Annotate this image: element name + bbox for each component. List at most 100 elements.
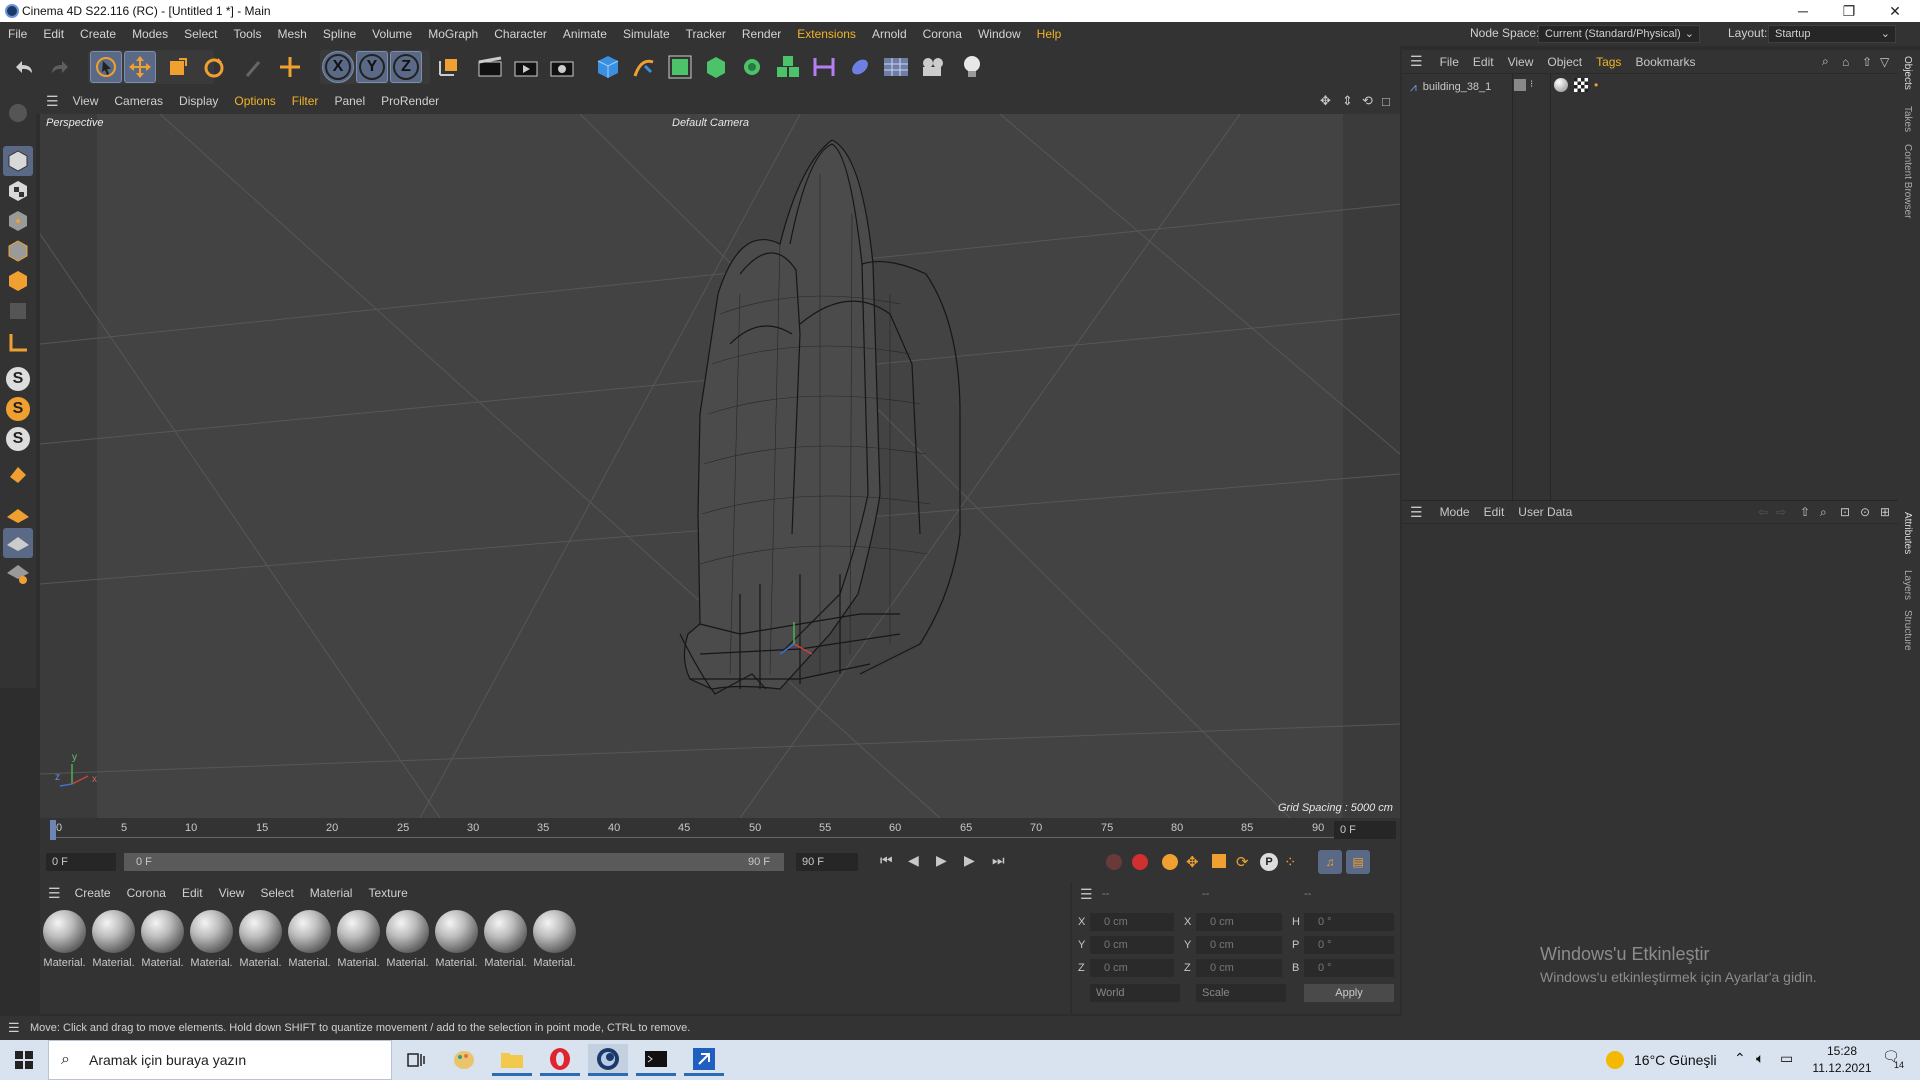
- light-button[interactable]: [956, 51, 988, 83]
- volume-icon[interactable]: 🔈︎: [1756, 1050, 1764, 1067]
- menu-select[interactable]: Select: [176, 22, 225, 46]
- taskbar-app-explorer[interactable]: [492, 1044, 532, 1076]
- material-swatch[interactable]: Material.: [532, 910, 577, 969]
- hamburger-icon[interactable]: ☰: [8, 1016, 20, 1040]
- menu-mesh[interactable]: Mesh: [269, 22, 314, 46]
- go-to-start-icon[interactable]: ⏮: [880, 852, 893, 869]
- menu-mograph[interactable]: MoGraph: [420, 22, 486, 46]
- taskbar-app-opera[interactable]: [540, 1044, 580, 1076]
- menu-tools[interactable]: Tools: [225, 22, 269, 46]
- viewport-menu-view[interactable]: View: [65, 94, 107, 108]
- object-row-building[interactable]: ⩘ building_38_1: [1410, 78, 1491, 96]
- timeline-icon[interactable]: ▤: [1346, 850, 1370, 874]
- play-icon[interactable]: ▶: [936, 852, 947, 869]
- go-to-end-icon[interactable]: ⏭: [992, 852, 1005, 869]
- material-menu-edit[interactable]: Edit: [174, 886, 211, 900]
- points-mode-button[interactable]: [3, 206, 33, 236]
- z-axis-button[interactable]: Z: [390, 51, 422, 83]
- lock-icon[interactable]: ⊡: [1840, 505, 1850, 519]
- forward-arrow-icon[interactable]: ⇨: [1776, 505, 1786, 519]
- sound-icon[interactable]: ♫: [1318, 850, 1342, 874]
- record-icon[interactable]: [1106, 854, 1122, 870]
- rotate-tool-button[interactable]: [198, 51, 230, 83]
- render-picture-viewer-button[interactable]: [510, 51, 542, 83]
- material-menu-material[interactable]: Material: [302, 886, 361, 900]
- viewport-menu-cameras[interactable]: Cameras: [106, 94, 171, 108]
- scale-mode-dropdown[interactable]: Scale: [1196, 984, 1286, 1002]
- camera-button[interactable]: [918, 51, 950, 83]
- layout-dropdown[interactable]: Startup ⌄: [1768, 25, 1896, 43]
- material-swatch[interactable]: Material.: [287, 910, 332, 969]
- snap-button-1[interactable]: S: [3, 364, 33, 394]
- cloner-button[interactable]: [736, 51, 768, 83]
- chevron-up-icon[interactable]: ⌃: [1734, 1050, 1746, 1067]
- planar-workplane-button[interactable]: [3, 558, 33, 588]
- previous-key-icon[interactable]: ◀: [908, 852, 919, 869]
- texture-mode-button[interactable]: [3, 176, 33, 206]
- edges-mode-button[interactable]: [3, 236, 33, 266]
- snap-button-3[interactable]: S: [3, 424, 33, 454]
- key-scale-icon[interactable]: [1212, 854, 1226, 868]
- settings-icon[interactable]: ⊙: [1860, 505, 1870, 519]
- model-mode-button[interactable]: [3, 146, 33, 176]
- viewport-menu-display[interactable]: Display: [171, 94, 226, 108]
- start-button[interactable]: [4, 1044, 44, 1076]
- make-editable-button[interactable]: [3, 98, 33, 128]
- material-menu-view[interactable]: View: [211, 886, 253, 900]
- minimize-button[interactable]: ─: [1780, 0, 1826, 22]
- viewport-menu-options[interactable]: Options: [226, 94, 283, 108]
- material-menu-create[interactable]: Create: [67, 886, 119, 900]
- pan-view-icon[interactable]: ✥: [1320, 93, 1331, 109]
- extrude-button[interactable]: [700, 51, 732, 83]
- taskbar-app-blue[interactable]: [684, 1044, 724, 1076]
- 3d-viewport[interactable]: Perspective Default Camera Grid Spacing …: [40, 114, 1400, 818]
- editor-visibility-icon[interactable]: [1514, 79, 1526, 91]
- material-swatch[interactable]: Material.: [434, 910, 479, 969]
- size-x-field[interactable]: 0 cm: [1196, 913, 1282, 931]
- selection-tool-button[interactable]: [90, 51, 122, 83]
- move-tool-button[interactable]: [124, 51, 156, 83]
- rotate-view-icon[interactable]: ⟲: [1362, 93, 1373, 109]
- menu-character[interactable]: Character: [486, 22, 555, 46]
- object-menu-bookmarks[interactable]: Bookmarks: [1628, 55, 1702, 69]
- home-icon[interactable]: ⌂: [1842, 55, 1849, 69]
- back-arrow-icon[interactable]: ⇦: [1758, 505, 1768, 519]
- workplane-button[interactable]: [3, 498, 33, 528]
- viewport-menu-panel[interactable]: Panel: [326, 94, 373, 108]
- hamburger-icon[interactable]: ☰: [46, 93, 59, 110]
- tab-objects[interactable]: Objects: [1902, 56, 1913, 90]
- render-view-button[interactable]: [474, 51, 506, 83]
- menu-file[interactable]: File: [0, 22, 35, 46]
- size-y-field[interactable]: 0 cm: [1196, 936, 1282, 954]
- tab-content-browser[interactable]: Content Browser: [1902, 144, 1913, 218]
- menu-arnold[interactable]: Arnold: [864, 22, 915, 46]
- weather-text[interactable]: 16°C Güneşli: [1634, 1052, 1717, 1068]
- search-icon[interactable]: ⌕: [1822, 54, 1829, 69]
- size-z-field[interactable]: 0 cm: [1196, 959, 1282, 977]
- object-menu-edit[interactable]: Edit: [1466, 55, 1501, 69]
- key-rotation-icon[interactable]: ⟳: [1236, 853, 1249, 871]
- task-view-button[interactable]: [396, 1044, 436, 1076]
- corona-tag-icon[interactable]: •: [1594, 78, 1598, 92]
- menu-animate[interactable]: Animate: [555, 22, 615, 46]
- menu-volume[interactable]: Volume: [364, 22, 420, 46]
- object-menu-object[interactable]: Object: [1540, 55, 1589, 69]
- menu-simulate[interactable]: Simulate: [615, 22, 678, 46]
- rot-p-field[interactable]: 0 °: [1304, 936, 1394, 954]
- tab-layers[interactable]: Layers: [1902, 570, 1913, 600]
- close-button[interactable]: ✕: [1872, 0, 1918, 22]
- object-menu-file[interactable]: File: [1433, 55, 1466, 69]
- coordinate-system-button[interactable]: [432, 51, 464, 83]
- uv-mode-button[interactable]: [3, 296, 33, 326]
- hamburger-icon[interactable]: ☰: [1410, 504, 1423, 521]
- menu-help[interactable]: Help: [1029, 22, 1070, 46]
- menu-corona[interactable]: Corona: [915, 22, 970, 46]
- menu-window[interactable]: Window: [970, 22, 1029, 46]
- render-settings-button[interactable]: [546, 51, 578, 83]
- taskbar-search-box[interactable]: ⌕ Aramak için buraya yazın: [48, 1040, 392, 1080]
- menu-modes[interactable]: Modes: [124, 22, 176, 46]
- material-swatch[interactable]: Material.: [189, 910, 234, 969]
- maximize-view-icon[interactable]: □: [1382, 94, 1390, 109]
- hamburger-icon[interactable]: ☰: [1410, 53, 1423, 70]
- network-icon[interactable]: ▭: [1780, 1050, 1793, 1067]
